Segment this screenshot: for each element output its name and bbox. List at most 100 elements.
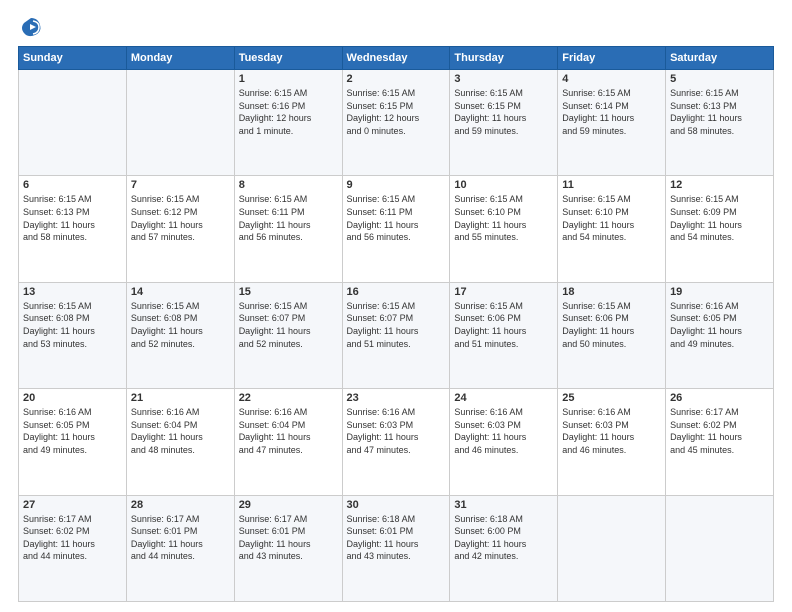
day-info: Sunrise: 6:17 AM Sunset: 6:02 PM Dayligh… (23, 513, 122, 563)
day-info: Sunrise: 6:15 AM Sunset: 6:15 PM Dayligh… (347, 87, 446, 137)
col-header-thursday: Thursday (450, 47, 558, 70)
day-info: Sunrise: 6:17 AM Sunset: 6:01 PM Dayligh… (131, 513, 230, 563)
calendar-day-4: 4Sunrise: 6:15 AM Sunset: 6:14 PM Daylig… (558, 70, 666, 176)
day-info: Sunrise: 6:17 AM Sunset: 6:01 PM Dayligh… (239, 513, 338, 563)
day-info: Sunrise: 6:15 AM Sunset: 6:11 PM Dayligh… (347, 193, 446, 243)
day-number: 12 (670, 179, 769, 191)
col-header-monday: Monday (126, 47, 234, 70)
calendar-day-25: 25 Sunrise: 6:16 AM Sunset: 6:03 PM Dayli… (558, 389, 666, 495)
calendar-day-2: 2 Sunrise: 6:15 AM Sunset: 6:15 PM Daylig… (342, 70, 450, 176)
day-info: Sunrise: 6:15 AM Sunset: 6:10 PM Dayligh… (454, 193, 553, 243)
day-number: 4 (562, 73, 661, 85)
calendar-day-15: 15 Sunrise: 6:15 AM Sunset: 6:07 PM Dayli… (234, 282, 342, 388)
day-info: Sunrise: 6:15 AM Sunset: 6:12 PM Dayligh… (131, 193, 230, 243)
calendar-day-28: 28Sunrise: 6:17 AM Sunset: 6:01 PM Dayli… (126, 495, 234, 601)
calendar-day-14: 14 Sunrise: 6:15 AM Sunset: 6:08 PM Dayli… (126, 282, 234, 388)
calendar-day-23: 23 Sunrise: 6:16 AM Sunset: 6:03 PM Dayli… (342, 389, 450, 495)
day-info: Sunrise: 6:15 AM Sunset: 6:15 PM Dayligh… (454, 87, 553, 137)
col-header-sunday: Sunday (19, 47, 127, 70)
col-header-tuesday: Tuesday (234, 47, 342, 70)
day-number: 6 (23, 179, 122, 191)
day-info: Sunrise: 6:15 AM Sunset: 6:07 PM Dayligh… (239, 300, 338, 350)
day-info: Sunrise: 6:16 AM Sunset: 6:03 PM Dayligh… (562, 406, 661, 456)
day-number: 14 (131, 286, 230, 298)
day-number: 25 (562, 392, 661, 404)
calendar-day-12: 12 Sunrise: 6:15 AM Sunset: 6:09 PM Dayli… (666, 176, 774, 282)
calendar-day-13: 13Sunrise: 6:15 AM Sunset: 6:08 PM Dayli… (19, 282, 127, 388)
day-number: 15 (239, 286, 338, 298)
calendar-empty-cell (666, 495, 774, 601)
calendar-day-20: 20Sunrise: 6:16 AM Sunset: 6:05 PM Dayli… (19, 389, 127, 495)
day-number: 26 (670, 392, 769, 404)
day-number: 9 (347, 179, 446, 191)
day-number: 23 (347, 392, 446, 404)
calendar-day-6: 6 Sunrise: 6:15 AM Sunset: 6:13 PM Daylig… (19, 176, 127, 282)
day-number: 16 (347, 286, 446, 298)
day-number: 31 (454, 499, 553, 511)
day-number: 5 (670, 73, 769, 85)
day-number: 7 (131, 179, 230, 191)
day-info: Sunrise: 6:15 AM Sunset: 6:06 PM Dayligh… (562, 300, 661, 350)
calendar-week-row: 13Sunrise: 6:15 AM Sunset: 6:08 PM Dayli… (19, 282, 774, 388)
header (18, 16, 774, 38)
calendar-day-27: 27 Sunrise: 6:17 AM Sunset: 6:02 PM Dayli… (19, 495, 127, 601)
calendar-week-row: 20Sunrise: 6:16 AM Sunset: 6:05 PM Dayli… (19, 389, 774, 495)
day-info: Sunrise: 6:15 AM Sunset: 6:11 PM Dayligh… (239, 193, 338, 243)
calendar-day-7: 7 Sunrise: 6:15 AM Sunset: 6:12 PM Daylig… (126, 176, 234, 282)
calendar-day-16: 16 Sunrise: 6:15 AM Sunset: 6:07 PM Dayli… (342, 282, 450, 388)
calendar-week-row: 27 Sunrise: 6:17 AM Sunset: 6:02 PM Dayli… (19, 495, 774, 601)
calendar-day-3: 3 Sunrise: 6:15 AM Sunset: 6:15 PM Daylig… (450, 70, 558, 176)
day-number: 21 (131, 392, 230, 404)
calendar-week-row: 1 Sunrise: 6:15 AM Sunset: 6:16 PM Daylig… (19, 70, 774, 176)
day-info: Sunrise: 6:15 AM Sunset: 6:08 PM Dayligh… (131, 300, 230, 350)
day-number: 11 (562, 179, 661, 191)
day-info: Sunrise: 6:15 AM Sunset: 6:10 PM Dayligh… (562, 193, 661, 243)
day-info: Sunrise: 6:15 AM Sunset: 6:13 PM Dayligh… (23, 193, 122, 243)
day-info: Sunrise: 6:15 AM Sunset: 6:09 PM Dayligh… (670, 193, 769, 243)
day-number: 20 (23, 392, 122, 404)
day-number: 10 (454, 179, 553, 191)
calendar-day-21: 21Sunrise: 6:16 AM Sunset: 6:04 PM Dayli… (126, 389, 234, 495)
day-number: 17 (454, 286, 553, 298)
calendar-day-10: 10 Sunrise: 6:15 AM Sunset: 6:10 PM Dayli… (450, 176, 558, 282)
calendar-day-9: 9 Sunrise: 6:15 AM Sunset: 6:11 PM Daylig… (342, 176, 450, 282)
calendar-day-1: 1 Sunrise: 6:15 AM Sunset: 6:16 PM Daylig… (234, 70, 342, 176)
calendar-empty-cell (126, 70, 234, 176)
day-info: Sunrise: 6:15 AM Sunset: 6:13 PM Dayligh… (670, 87, 769, 137)
day-number: 24 (454, 392, 553, 404)
calendar-empty-cell (19, 70, 127, 176)
day-number: 2 (347, 73, 446, 85)
calendar-table: SundayMondayTuesdayWednesdayThursdayFrid… (18, 46, 774, 602)
day-number: 27 (23, 499, 122, 511)
calendar-day-19: 19Sunrise: 6:16 AM Sunset: 6:05 PM Dayli… (666, 282, 774, 388)
day-number: 22 (239, 392, 338, 404)
col-header-friday: Friday (558, 47, 666, 70)
day-number: 30 (347, 499, 446, 511)
day-info: Sunrise: 6:15 AM Sunset: 6:16 PM Dayligh… (239, 87, 338, 137)
day-info: Sunrise: 6:16 AM Sunset: 6:03 PM Dayligh… (454, 406, 553, 456)
calendar-day-22: 22Sunrise: 6:16 AM Sunset: 6:04 PM Dayli… (234, 389, 342, 495)
calendar-week-row: 6 Sunrise: 6:15 AM Sunset: 6:13 PM Daylig… (19, 176, 774, 282)
calendar-day-30: 30 Sunrise: 6:18 AM Sunset: 6:01 PM Dayli… (342, 495, 450, 601)
day-info: Sunrise: 6:16 AM Sunset: 6:03 PM Dayligh… (347, 406, 446, 456)
calendar-header-row: SundayMondayTuesdayWednesdayThursdayFrid… (19, 47, 774, 70)
day-info: Sunrise: 6:16 AM Sunset: 6:05 PM Dayligh… (670, 300, 769, 350)
day-number: 1 (239, 73, 338, 85)
calendar-day-18: 18Sunrise: 6:15 AM Sunset: 6:06 PM Dayli… (558, 282, 666, 388)
calendar-day-11: 11 Sunrise: 6:15 AM Sunset: 6:10 PM Dayli… (558, 176, 666, 282)
day-info: Sunrise: 6:18 AM Sunset: 6:01 PM Dayligh… (347, 513, 446, 563)
day-number: 3 (454, 73, 553, 85)
calendar-day-26: 26 Sunrise: 6:17 AM Sunset: 6:02 PM Dayli… (666, 389, 774, 495)
calendar-day-24: 24 Sunrise: 6:16 AM Sunset: 6:03 PM Dayli… (450, 389, 558, 495)
col-header-saturday: Saturday (666, 47, 774, 70)
logo (18, 16, 42, 38)
calendar-day-5: 5 Sunrise: 6:15 AM Sunset: 6:13 PM Daylig… (666, 70, 774, 176)
calendar-day-29: 29Sunrise: 6:17 AM Sunset: 6:01 PM Dayli… (234, 495, 342, 601)
calendar-page: SundayMondayTuesdayWednesdayThursdayFrid… (0, 0, 792, 612)
day-info: Sunrise: 6:15 AM Sunset: 6:08 PM Dayligh… (23, 300, 122, 350)
col-header-wednesday: Wednesday (342, 47, 450, 70)
day-info: Sunrise: 6:17 AM Sunset: 6:02 PM Dayligh… (670, 406, 769, 456)
day-info: Sunrise: 6:15 AM Sunset: 6:07 PM Dayligh… (347, 300, 446, 350)
day-info: Sunrise: 6:18 AM Sunset: 6:00 PM Dayligh… (454, 513, 553, 563)
calendar-day-17: 17Sunrise: 6:15 AM Sunset: 6:06 PM Dayli… (450, 282, 558, 388)
